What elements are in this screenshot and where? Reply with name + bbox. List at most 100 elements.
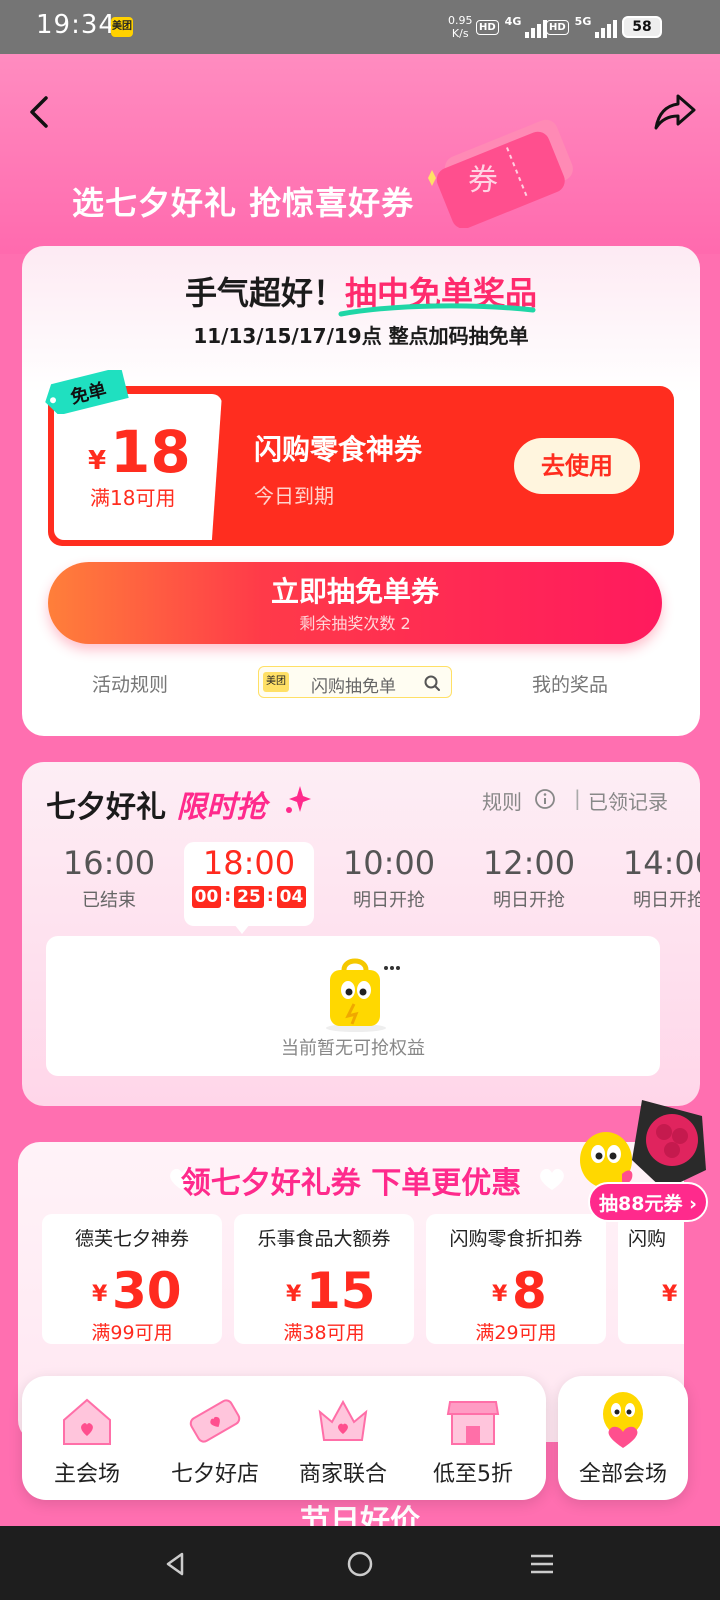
coupon-amount: 8 [512,1262,547,1320]
back-arrow-icon [30,96,48,128]
time-slot-active[interactable]: 18:00 00 : 25 : 04 [184,842,314,926]
coupon-name: 德芙七夕神券 [74,1228,189,1250]
free-order-tag-icon: 免单 [45,370,129,414]
prize-expiry: 今日到期 [254,484,334,508]
flash-sale-title-prefix: 七夕好礼 [46,790,166,825]
back-button[interactable] [22,92,62,132]
share-icon [654,94,696,130]
nav-label: 低至5折 [433,1462,513,1487]
lucky-draw-subtitle: 11/13/15/17/19点 整点加码抽免单 [193,324,529,348]
sparkle-icon [286,786,311,813]
shopping-bag-mascot-icon [326,958,400,1032]
countdown-minutes: 25 [234,886,264,908]
lucky-draw-title: 手气超好！抽中免单奖品 [22,268,700,317]
lucky-title-prefix: 手气超好！ [184,274,345,312]
time-slot-clip: 14:00 明日开抢 [604,842,700,926]
network-gen-label: 5G [574,15,592,28]
time-slot[interactable]: 10:00 明日开抢 [324,842,454,926]
coupon-currency: ¥ [92,1282,108,1307]
nav-all-venues[interactable]: 全部会场 [558,1376,688,1500]
recent-apps-icon[interactable] [526,1548,558,1580]
nav-label: 商家联合 [298,1462,387,1487]
draw-88-coupon-label: 抽88元券 › [588,1182,708,1222]
coupon-condition: 满38可用 [283,1322,365,1344]
activity-rules-link[interactable]: 活动规则 [92,670,168,697]
prize-coupon[interactable]: 免单 ¥ 18 满18可用 闪购零食神券 今日到期 去使用 [45,370,674,546]
back-triangle-icon[interactable] [160,1548,192,1580]
network-speed-value: 0.95 [448,14,473,27]
empty-state-text: 当前暂无可抢权益 [281,1038,425,1059]
lucky-draw-float-promo[interactable]: 抽88元券 › [572,1090,712,1240]
slot-time: 18:00 [202,844,296,882]
coupon-currency: ¥ [286,1282,302,1307]
time-slot[interactable]: 12:00 明日开抢 [464,842,594,926]
nav-discount[interactable]: 低至5折 [408,1376,538,1500]
coupon-currency: ¥ [492,1282,508,1307]
flash-sale-title-highlight: 限时抢 [176,790,267,825]
coupon-condition: 满99可用 [91,1322,173,1344]
divider: | [574,786,581,810]
header-background [0,54,720,254]
sim2-signal-icon: HD 5G [546,15,618,38]
home-circle-icon[interactable] [344,1548,376,1580]
flash-search-box[interactable]: 美团 闪购抽免单 [258,666,452,698]
slot-time: 14:00 [622,844,700,882]
lucky-title-highlight: 抽中免单奖品 [338,274,537,317]
countdown-hours: 00 [191,886,222,908]
store-icon [446,1401,500,1445]
time-slot[interactable]: 14:00 明日开抢 [604,842,700,926]
coupon-item[interactable]: 乐事食品大额券 ¥ 15 满38可用 [234,1214,414,1344]
network-gen-label: 4G [504,15,522,28]
hero-title: 选七夕好礼 抢惊喜好券 [72,184,415,222]
ticket-heart-icon [189,1399,241,1443]
countdown-seconds: 04 [276,886,307,908]
nav-merchant-union[interactable]: 商家联合 [278,1376,408,1500]
draw-remaining-count: 剩余抽奖次数 2 [299,614,411,633]
prize-condition: 满18可用 [90,486,176,510]
house-icon [63,1398,111,1445]
nav-qixi-shops[interactable]: 七夕好店 [150,1376,280,1500]
slot-status: 已结束 [82,890,136,911]
slot-status: 明日开抢 [353,890,425,911]
coupon-amount: 30 [112,1262,182,1320]
network-speed-unit: K/s [451,27,469,40]
nav-label: 七夕好店 [170,1462,259,1487]
venue-nav-bar: 主会场 七夕好店 商家联合 低至5折 [22,1376,546,1500]
my-prizes-link[interactable]: 我的奖品 [532,670,608,697]
svg-text:券: 券 [468,163,498,198]
underline-swoosh-icon [338,303,536,317]
nav-label: 主会场 [53,1462,120,1487]
hd-icon: HD [546,19,569,35]
flash-sale-title: 七夕好礼 限时抢 [46,782,266,826]
crown-icon [318,1399,368,1441]
rules-link[interactable]: 规则 [482,786,522,815]
coupon-condition: 满29可用 [475,1322,557,1344]
claimed-records-link[interactable]: 已领记录 [588,786,668,815]
active-slot-pointer-icon [234,924,250,934]
nav-main-venue[interactable]: 主会场 [22,1376,152,1500]
hd-icon: HD [476,19,499,35]
battery-icon: 58 [622,16,662,38]
coupon-currency: ¥ [662,1282,678,1307]
prize-amount: 18 [110,418,191,486]
network-speed: 0.95 K/s [448,14,473,40]
time-slot[interactable]: 16:00 已结束 [44,842,174,926]
countdown-separator: : [224,886,232,906]
coupon-name: 乐事食品大额券 [257,1228,391,1250]
sim1-signal-icon: HD 4G [476,15,548,38]
heart-cloud-icon [540,1168,564,1190]
prize-name: 闪购零食神券 [254,433,423,466]
slot-time: 16:00 [62,844,156,882]
slot-time: 10:00 [342,844,436,882]
info-icon[interactable] [534,788,556,810]
coupon-amount: 15 [306,1262,376,1320]
draw-button-label: 立即抽免单券 [270,575,439,608]
nav-label: 全部会场 [578,1462,667,1487]
status-time: 19:34 [36,10,116,40]
search-icon [424,675,440,691]
draw-free-coupon-button[interactable]: 立即抽免单券 剩余抽奖次数 2 [48,562,662,644]
share-button[interactable] [652,90,698,134]
coupon-item[interactable]: 德芙七夕神券 ¥ 30 满99可用 [42,1214,222,1344]
slot-status: 明日开抢 [633,890,700,911]
use-coupon-button[interactable]: 去使用 [514,438,640,494]
